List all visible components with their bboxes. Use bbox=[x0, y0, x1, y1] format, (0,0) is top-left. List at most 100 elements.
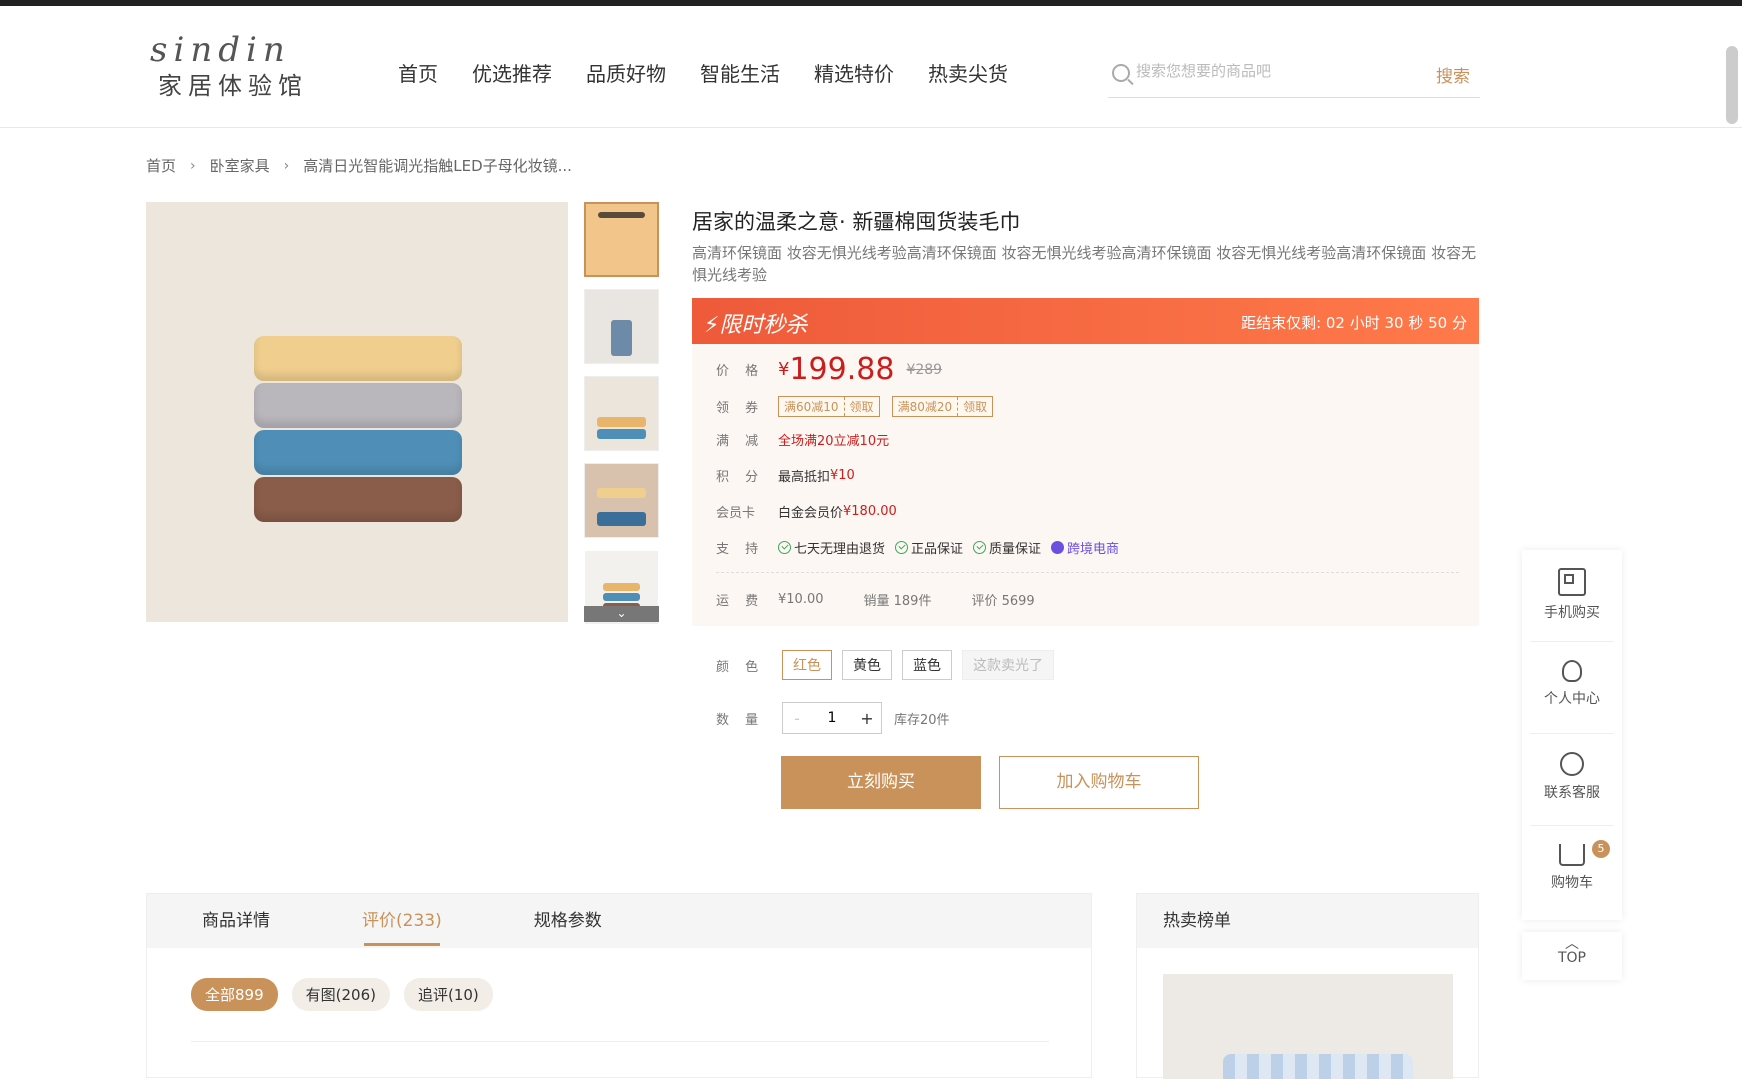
hot-product-image[interactable] bbox=[1163, 974, 1453, 1079]
filter-follow-up[interactable]: 追评(10) bbox=[403, 978, 493, 1011]
flash-sale-title: ⚡限时秒杀 bbox=[704, 307, 807, 339]
nav-home[interactable]: 首页 bbox=[398, 58, 438, 87]
mobile-buy-button[interactable]: 手机购买 bbox=[1530, 550, 1614, 642]
mobile-buy-label: 手机购买 bbox=[1544, 605, 1600, 621]
coupon-label: 领 券 bbox=[716, 401, 765, 416]
logo[interactable]: sindin 家居体验馆 bbox=[150, 30, 320, 110]
price-panel: 价 格 ¥ 199.88 ¥289 领 券 满60减10 领取 满80减20 领… bbox=[692, 344, 1479, 626]
thumbnail-2[interactable] bbox=[584, 289, 659, 364]
shipping-fee: ¥10.00 bbox=[778, 592, 824, 607]
tab-details[interactable]: 商品详情 bbox=[202, 894, 270, 948]
coupon-claim[interactable]: 领取 bbox=[843, 397, 879, 416]
back-to-top-button[interactable]: ︿ TOP bbox=[1522, 932, 1622, 980]
filter-all[interactable]: 全部899 bbox=[191, 978, 278, 1011]
chat-icon bbox=[1560, 752, 1584, 776]
search-button[interactable]: 搜索 bbox=[1436, 62, 1470, 87]
chevron-down-icon[interactable]: ⌄ bbox=[584, 606, 659, 622]
cross-border-badge[interactable]: 跨境电商 bbox=[1051, 538, 1119, 557]
product-main-image bbox=[146, 202, 568, 622]
chevron-right-icon: › bbox=[190, 157, 196, 174]
filter-with-images[interactable]: 有图(206) bbox=[291, 978, 390, 1011]
points-prefix: 最高抵扣 bbox=[778, 470, 831, 485]
cart-button[interactable]: 5 购物车 bbox=[1530, 826, 1614, 918]
support-row: 支 持 七天无理由退货 正品保证 质量保证 跨境电商 bbox=[716, 538, 1129, 557]
shipping-row: 运 费 ¥10.00 销量 189件 评价 5699 bbox=[716, 590, 1075, 609]
quantity-input[interactable] bbox=[811, 710, 853, 726]
cart-icon bbox=[1559, 844, 1585, 866]
towel-gray bbox=[254, 383, 462, 428]
tab-specs[interactable]: 规格参数 bbox=[534, 894, 602, 948]
hot-sales-title: 热卖榜单 bbox=[1137, 894, 1478, 948]
quantity-label: 数 量 bbox=[716, 712, 765, 728]
add-to-cart-button[interactable]: 加入购物车 bbox=[999, 756, 1199, 809]
thumbnail-3[interactable] bbox=[584, 376, 659, 451]
lightning-icon: ⚡ bbox=[704, 313, 720, 338]
product-subtitle: 高清环保镜面 妆容无惧光线考验高清环保镜面 妆容无惧光线考验高清环保镜面 妆容无… bbox=[692, 244, 1477, 284]
divider bbox=[191, 1041, 1049, 1042]
guarantee-text: 七天无理由退货 bbox=[794, 542, 886, 557]
quantity-increase-button[interactable]: + bbox=[853, 709, 881, 728]
price-value: 199.88 bbox=[789, 352, 895, 387]
thumbnail-list bbox=[584, 202, 659, 637]
scrollbar-thumb[interactable] bbox=[1726, 46, 1738, 124]
nav-recommend[interactable]: 优选推荐 bbox=[472, 58, 552, 87]
towel-brown bbox=[254, 477, 462, 522]
towel-yellow bbox=[254, 336, 462, 381]
check-circle-icon bbox=[778, 541, 791, 554]
guarantee-return: 七天无理由退货 bbox=[778, 538, 885, 557]
thumbnail-4[interactable] bbox=[584, 463, 659, 538]
detail-tabs-panel: 商品详情 评价(233) 规格参数 全部899 有图(206) 追评(10) bbox=[146, 893, 1092, 1078]
quantity-row: 数 量 - + 库存20件 bbox=[716, 702, 950, 734]
color-option-red[interactable]: 红色 bbox=[782, 650, 832, 680]
guarantee-authentic: 正品保证 bbox=[895, 538, 963, 557]
divider bbox=[716, 572, 1459, 573]
customer-service-button[interactable]: 联系客服 bbox=[1530, 734, 1614, 826]
thumbnail-1[interactable] bbox=[584, 202, 659, 277]
cart-label: 购物车 bbox=[1551, 875, 1593, 891]
discount-label: 满 减 bbox=[716, 434, 765, 449]
buy-now-button[interactable]: 立刻购买 bbox=[781, 756, 981, 809]
breadcrumb-home[interactable]: 首页 bbox=[146, 155, 176, 176]
cross-border-icon bbox=[1051, 541, 1065, 554]
nav-specials[interactable]: 精选特价 bbox=[814, 58, 894, 87]
cross-border-text: 跨境电商 bbox=[1067, 542, 1120, 557]
review-count: 评价 5699 bbox=[971, 594, 1035, 609]
coupon-claim[interactable]: 领取 bbox=[957, 397, 992, 416]
points-value: ¥10 bbox=[830, 468, 855, 483]
quantity-decrease-button[interactable]: - bbox=[783, 709, 811, 728]
nav-hot[interactable]: 热卖尖货 bbox=[928, 58, 1008, 87]
customer-service-label: 联系客服 bbox=[1544, 785, 1600, 801]
search-input[interactable] bbox=[1136, 62, 1416, 80]
check-circle-icon bbox=[973, 541, 987, 554]
discount-value: 全场满20立减10元 bbox=[778, 434, 890, 449]
nav-quality[interactable]: 品质好物 bbox=[586, 58, 666, 87]
member-prefix: 白金会员价 bbox=[778, 506, 844, 521]
points-row: 积 分 最高抵扣 ¥10 bbox=[716, 466, 855, 485]
coupon-1[interactable]: 满60减10 领取 bbox=[778, 396, 880, 417]
color-option-blue[interactable]: 蓝色 bbox=[902, 650, 952, 680]
nav-smart-life[interactable]: 智能生活 bbox=[700, 58, 780, 87]
search-box: 搜索 bbox=[1108, 54, 1480, 98]
search-icon bbox=[1112, 64, 1130, 82]
tab-reviews[interactable]: 评价(233) bbox=[362, 894, 442, 948]
color-label: 颜 色 bbox=[716, 659, 765, 675]
coupon-2[interactable]: 满80减20 领取 bbox=[891, 396, 994, 417]
guarantee-text: 质量保证 bbox=[989, 542, 1042, 557]
check-circle-icon bbox=[895, 541, 909, 554]
towel-blue bbox=[254, 430, 462, 475]
user-center-button[interactable]: 个人中心 bbox=[1530, 642, 1614, 734]
color-option-yellow[interactable]: 黄色 bbox=[842, 650, 892, 680]
back-to-top-label: TOP bbox=[1557, 950, 1586, 966]
user-center-label: 个人中心 bbox=[1544, 691, 1600, 707]
coupon-text: 满60减10 bbox=[784, 400, 839, 414]
points-label: 积 分 bbox=[716, 470, 765, 485]
quantity-stepper: - + bbox=[782, 702, 882, 734]
main-nav: 首页 优选推荐 品质好物 智能生活 精选特价 热卖尖货 bbox=[398, 58, 1008, 87]
breadcrumb-category[interactable]: 卧室家具 bbox=[210, 155, 270, 176]
chevron-right-icon: › bbox=[283, 157, 290, 174]
breadcrumb-current: 高清日光智能调光指触LED子母化妆镜... bbox=[303, 157, 572, 175]
qr-code-icon bbox=[1558, 568, 1586, 596]
guarantee-quality: 质量保证 bbox=[973, 538, 1041, 557]
flash-sale-label: 限时秒杀 bbox=[719, 313, 808, 338]
hot-sales-panel: 热卖榜单 bbox=[1136, 893, 1479, 1079]
